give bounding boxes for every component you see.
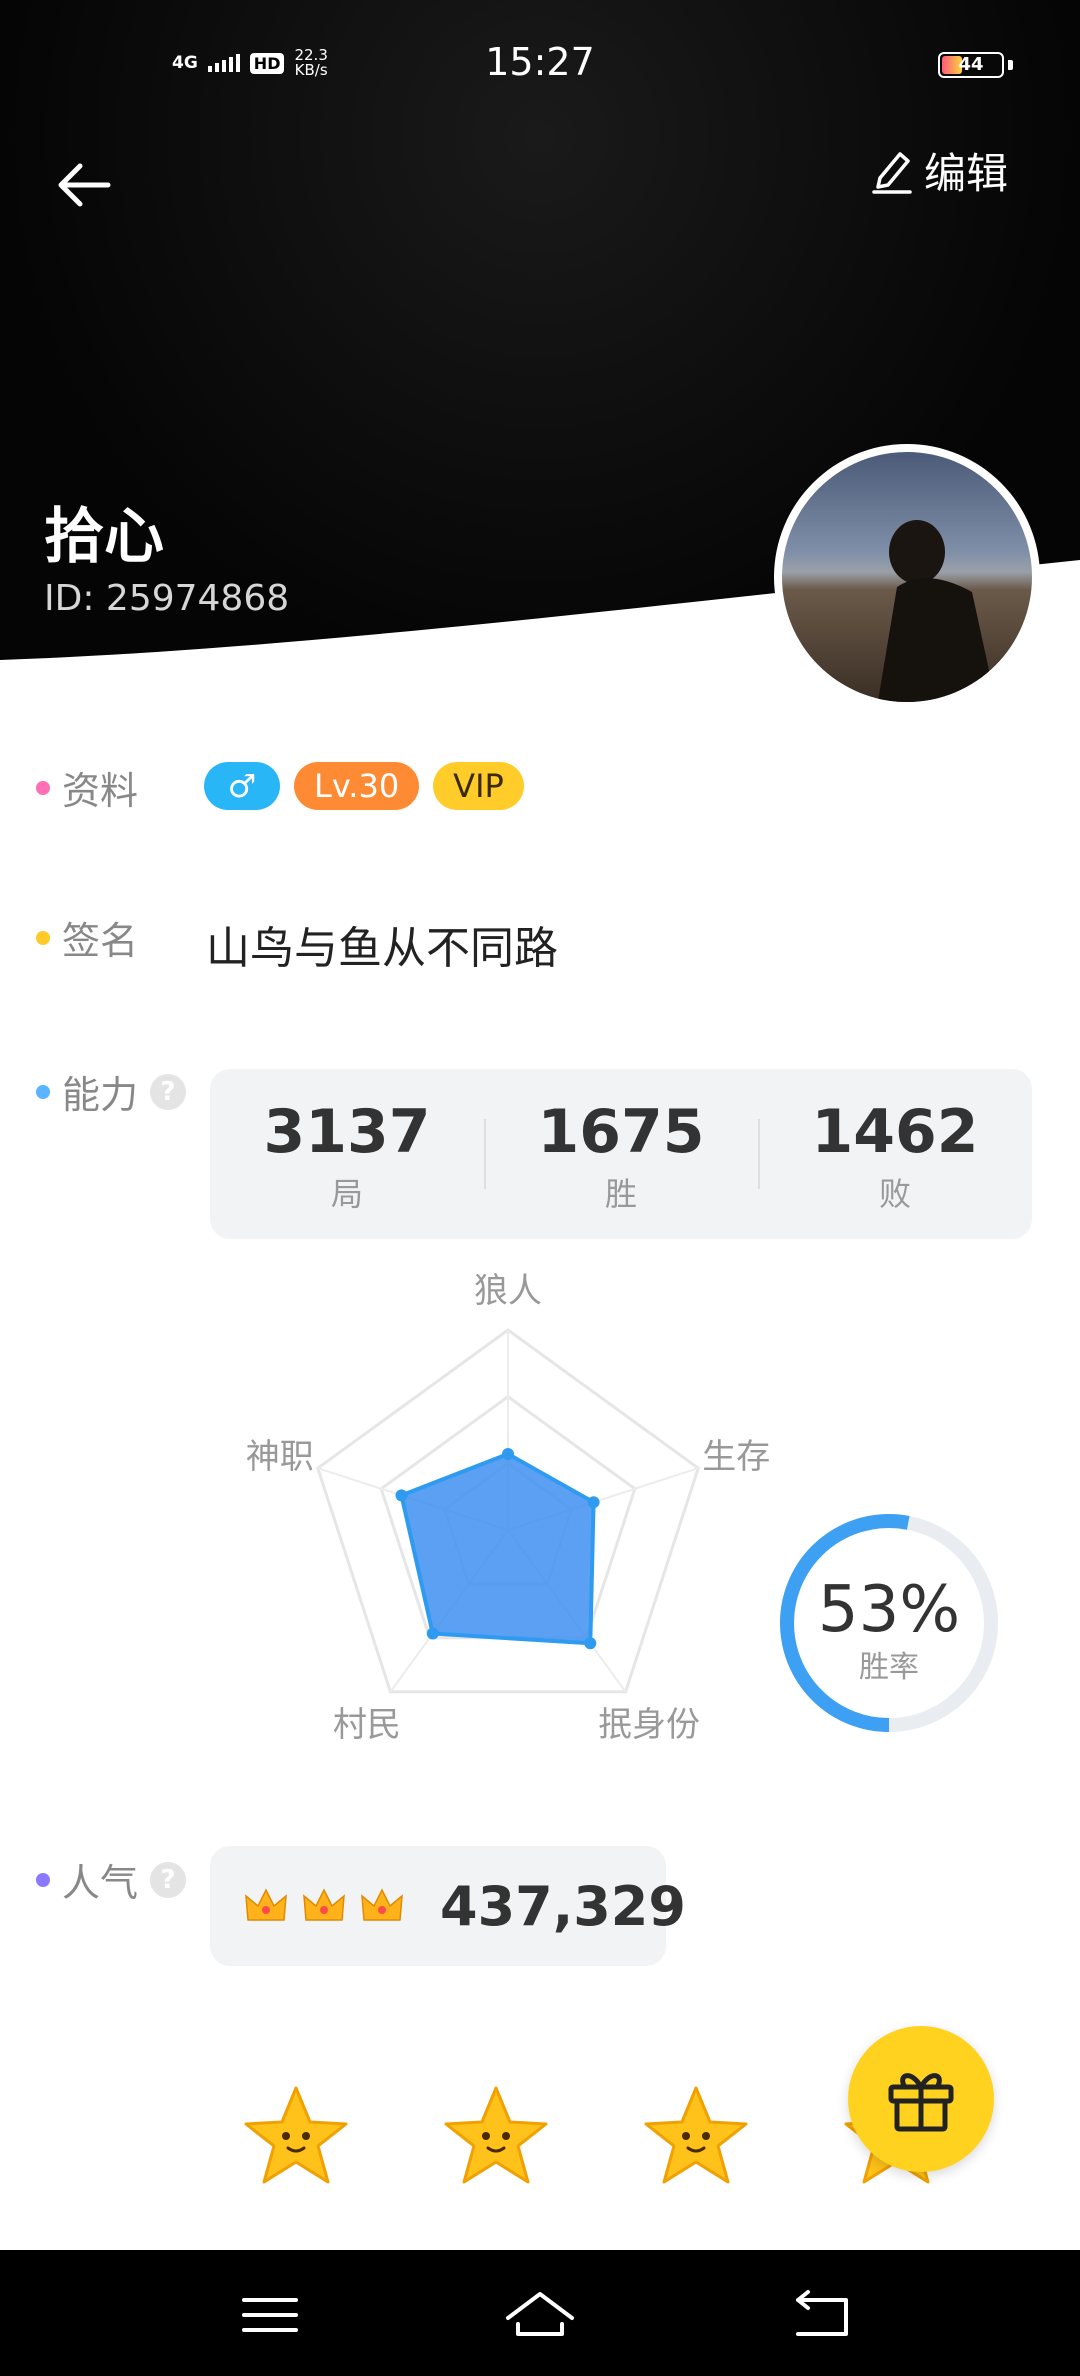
win-rate-text: 53% 胜率 [776,1578,1002,1686]
gender-badge: ♂ [204,762,280,810]
radar-point [395,1489,408,1502]
profile-dot [36,780,50,795]
stat-losses: 1462 败 [758,1069,1032,1239]
status-time: 15:27 [485,40,595,84]
ability-label-text: 能力 [62,1073,139,1117]
radar-axis-label: 神职 [246,1437,314,1477]
popularity-dot [36,1872,50,1887]
avatar-photo [877,520,996,702]
popularity-label-text: 人气 [62,1861,139,1905]
stat-losses-value: 1462 [811,1097,979,1167]
signature-text: 山鸟与鱼从不同路 [206,923,558,974]
edit-pencil-icon [872,152,912,194]
stat-games: 3137 局 [210,1069,484,1239]
crown-icon [303,1888,345,1921]
star-mascot-icon[interactable] [236,2080,356,2200]
return-icon[interactable] [784,2280,864,2350]
radar-point [584,1637,597,1650]
back-arrow-icon [58,163,111,207]
male-icon: ♂ [227,767,257,805]
ability-help-icon[interactable]: ? [150,1073,187,1110]
system-navigation-bar [0,2250,1080,2376]
user-nickname: 拾心 [44,502,164,572]
radar-axis-label: 狼人 [474,1271,542,1311]
profile-label-text: 资料 [62,769,139,813]
ability-dot [36,1084,50,1099]
win-rate-label: 胜率 [859,1650,919,1685]
stat-losses-label: 败 [878,1175,911,1213]
star-mascot-icon[interactable] [636,2080,756,2200]
profile-badges: ♂ Lv.30 VIP [204,762,524,810]
stat-games-label: 局 [330,1175,363,1213]
radar-axis-label: 村民 [333,1705,401,1745]
battery-icon: 44 [938,52,1004,78]
status-bar: 4G HD 22.3 KB/s 15:27 44 [0,40,1080,90]
vip-badge: VIP [433,762,524,810]
radar-axis-label: 生存 [702,1437,770,1477]
profile-section-label: 资料 [36,760,138,815]
home-icon[interactable] [500,2280,580,2350]
radar-point [502,1448,514,1460]
popularity-section-label: 人气 ? [36,1852,187,1907]
stat-wins-label: 胜 [604,1175,637,1213]
popularity-card[interactable]: 437,329 [210,1846,686,1966]
user-id: ID: 25974868 [44,578,290,619]
back-button[interactable] [50,150,120,220]
star-mascot-icon[interactable] [436,2080,556,2200]
radar-axis-label: 抿身份 [598,1705,700,1745]
ability-section-label: 能力 ? [36,1064,187,1119]
gift-icon [888,2073,954,2132]
stat-games-value: 3137 [263,1097,431,1167]
win-rate-value: 53% [817,1573,961,1647]
ability-radar-chart: 狼人生存抿身份 村民 神职 [246,1271,771,1745]
popularity-help-icon[interactable]: ? [150,1861,187,1898]
battery-level: 44 [958,54,984,75]
popularity-value: 437,329 [440,1874,686,1938]
gift-button[interactable] [848,2026,994,2172]
stat-wins: 1675 胜 [484,1069,758,1239]
radar-point [587,1496,600,1509]
ability-stats-card: 3137 局 1675 胜 1462 败 [210,1069,1032,1239]
signature-dot [36,930,50,945]
stat-wins-value: 1675 [537,1097,705,1167]
level-badge: Lv.30 [294,762,420,810]
edit-button[interactable]: 编辑 [870,140,1008,200]
signature-section-label: 签名 [36,910,138,965]
crown-icon [361,1888,403,1921]
edit-label: 编辑 [924,148,1009,198]
crown-icon [245,1888,287,1921]
menu-icon[interactable] [230,2280,310,2350]
avatar[interactable] [774,444,1040,710]
radar-point [426,1627,439,1640]
signature-label-text: 签名 [62,919,139,963]
radar-data-area [399,1452,596,1646]
